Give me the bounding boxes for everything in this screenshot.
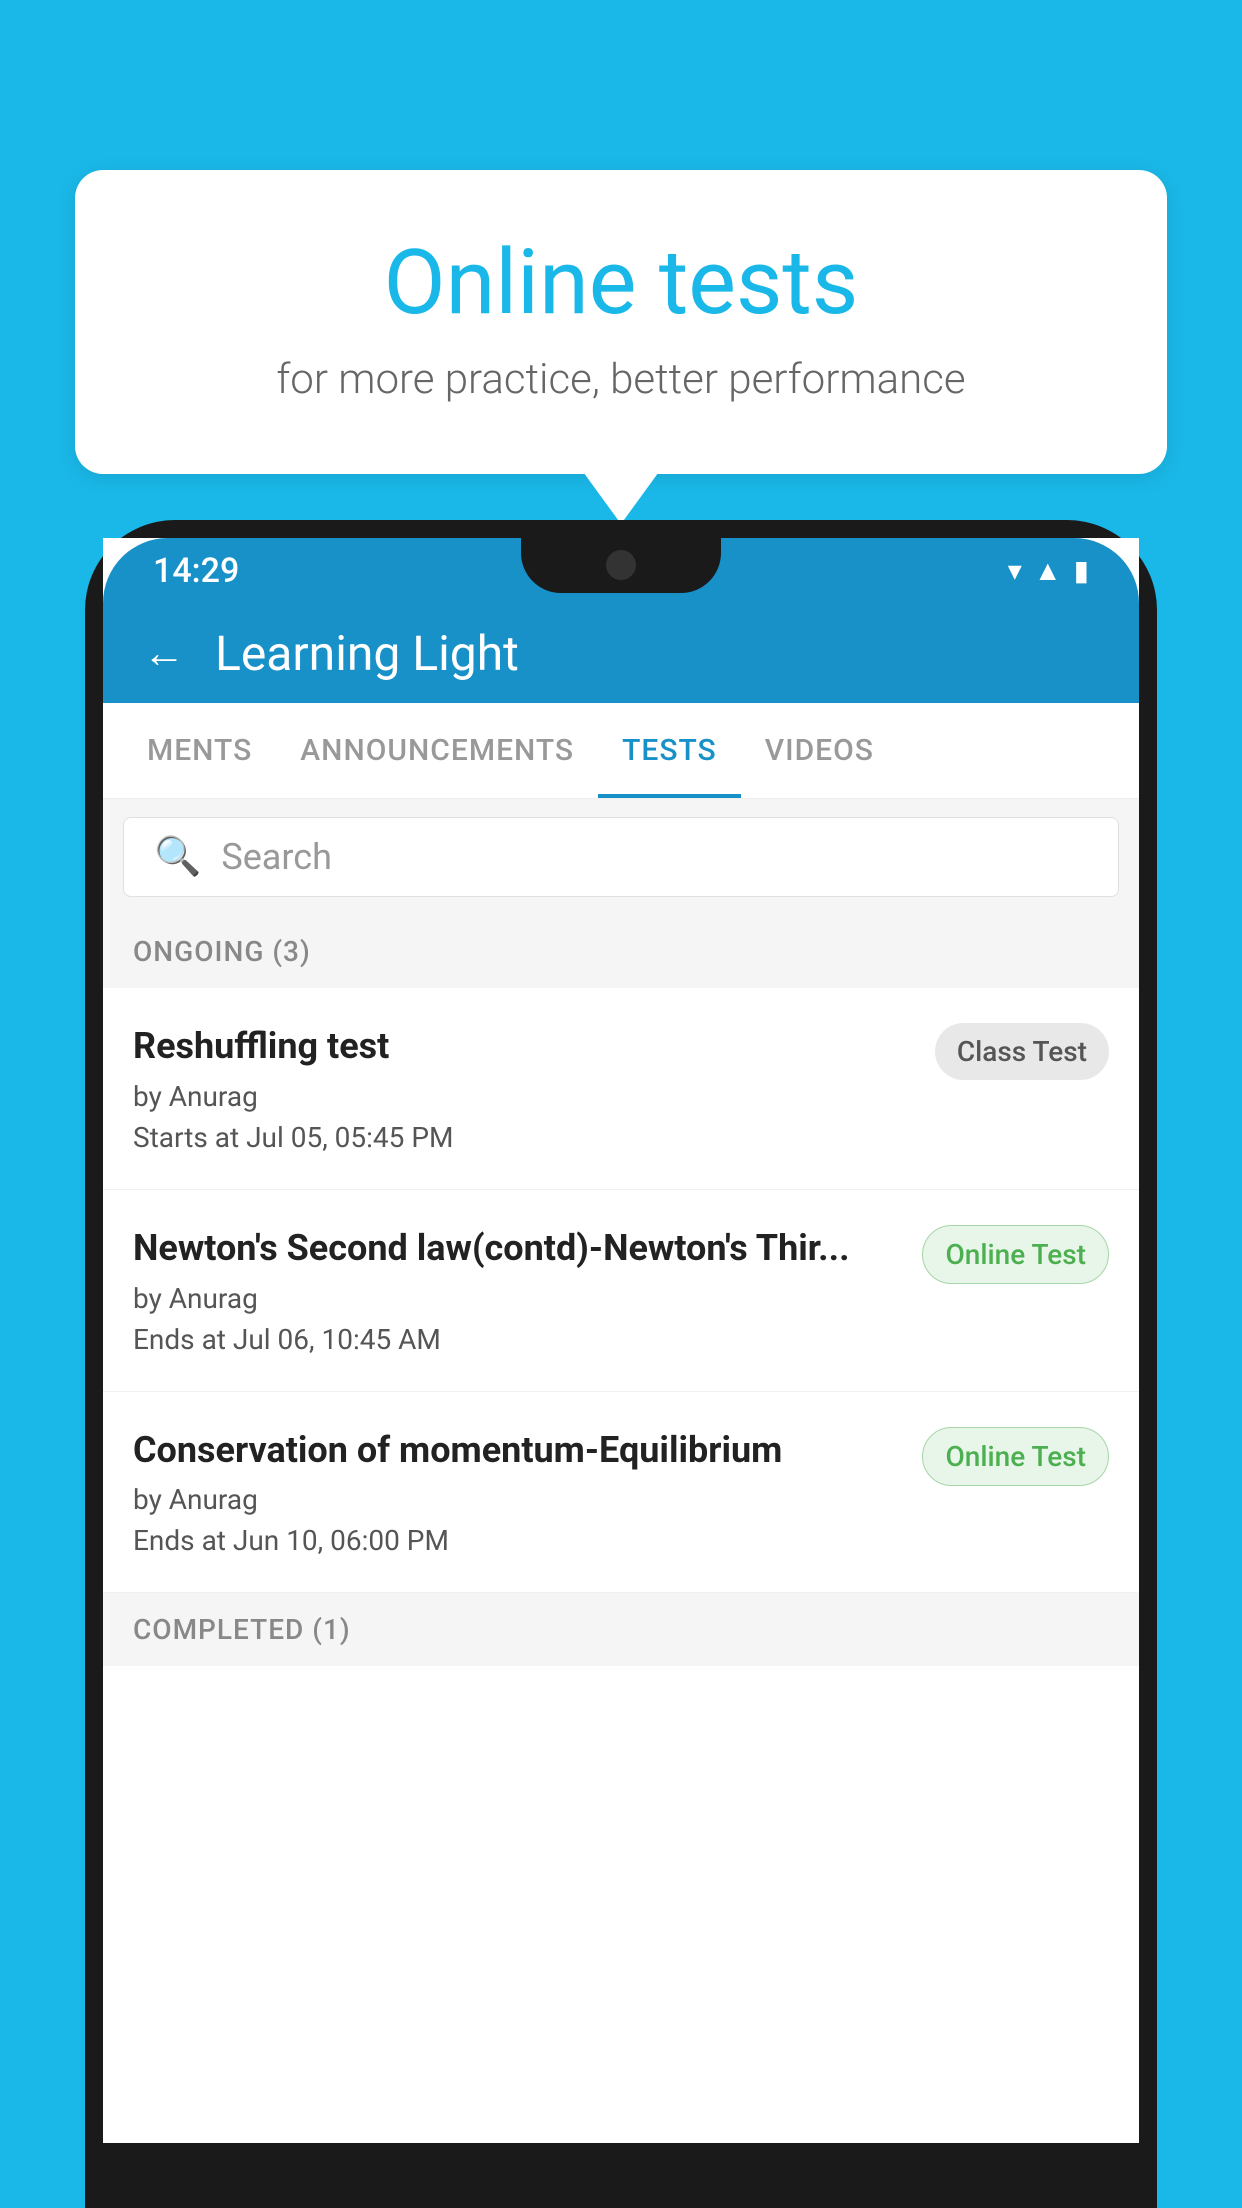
test-item-author: by Anurag: [133, 1080, 915, 1113]
search-icon: 🔍: [154, 835, 201, 879]
test-item[interactable]: Newton's Second law(contd)-Newton's Thir…: [103, 1190, 1139, 1392]
test-badge-class: Class Test: [935, 1023, 1109, 1080]
wifi-icon: ▾: [1008, 554, 1022, 587]
test-list: Reshuffling test by Anurag Starts at Jul…: [103, 988, 1139, 2143]
phone-container: 14:29 ▾ ▲ ▮ ← Learning Light MENTS ANNOU…: [85, 520, 1157, 2208]
test-item-name: Conservation of momentum-Equilibrium: [133, 1427, 902, 1474]
test-badge-online: Online Test: [922, 1225, 1109, 1284]
test-item-name: Reshuffling test: [133, 1023, 915, 1070]
test-item-info: Newton's Second law(contd)-Newton's Thir…: [133, 1225, 902, 1356]
app-header: ← Learning Light: [103, 603, 1139, 703]
ongoing-section-label: ONGOING (3): [103, 915, 1139, 988]
test-item[interactable]: Reshuffling test by Anurag Starts at Jul…: [103, 988, 1139, 1190]
phone-frame: 14:29 ▾ ▲ ▮ ← Learning Light MENTS ANNOU…: [85, 520, 1157, 2208]
test-item-name: Newton's Second law(contd)-Newton's Thir…: [133, 1225, 902, 1272]
back-button[interactable]: ←: [143, 629, 185, 678]
test-badge-online: Online Test: [922, 1427, 1109, 1486]
test-item-author: by Anurag: [133, 1282, 902, 1315]
search-bar[interactable]: 🔍 Search: [123, 817, 1119, 897]
signal-icon: ▲: [1034, 554, 1062, 587]
speech-bubble: Online tests for more practice, better p…: [75, 170, 1167, 474]
bubble-title: Online tests: [155, 230, 1087, 335]
test-item-time: Starts at Jul 05, 05:45 PM: [133, 1121, 915, 1154]
test-item-author: by Anurag: [133, 1483, 902, 1516]
completed-section-label: COMPLETED (1): [103, 1593, 1139, 1666]
status-time: 14:29: [153, 551, 239, 591]
phone-camera: [606, 550, 636, 580]
test-item-info: Reshuffling test by Anurag Starts at Jul…: [133, 1023, 915, 1154]
test-item[interactable]: Conservation of momentum-Equilibrium by …: [103, 1392, 1139, 1594]
test-item-time: Ends at Jul 06, 10:45 AM: [133, 1323, 902, 1356]
battery-icon: ▮: [1074, 554, 1089, 587]
test-item-info: Conservation of momentum-Equilibrium by …: [133, 1427, 902, 1558]
phone-notch: [521, 538, 721, 593]
tab-ments[interactable]: MENTS: [123, 703, 276, 798]
bubble-subtitle: for more practice, better performance: [155, 355, 1087, 404]
app-title: Learning Light: [215, 625, 519, 682]
tabs-bar: MENTS ANNOUNCEMENTS TESTS VIDEOS: [103, 703, 1139, 799]
tab-announcements[interactable]: ANNOUNCEMENTS: [276, 703, 598, 798]
test-item-time: Ends at Jun 10, 06:00 PM: [133, 1524, 902, 1557]
search-placeholder: Search: [221, 836, 332, 878]
phone-screen: 14:29 ▾ ▲ ▮ ← Learning Light MENTS ANNOU…: [103, 538, 1139, 2143]
tab-videos[interactable]: VIDEOS: [741, 703, 898, 798]
tab-tests[interactable]: TESTS: [598, 703, 741, 798]
search-container: 🔍 Search: [103, 799, 1139, 915]
status-icons: ▾ ▲ ▮: [1008, 554, 1089, 587]
